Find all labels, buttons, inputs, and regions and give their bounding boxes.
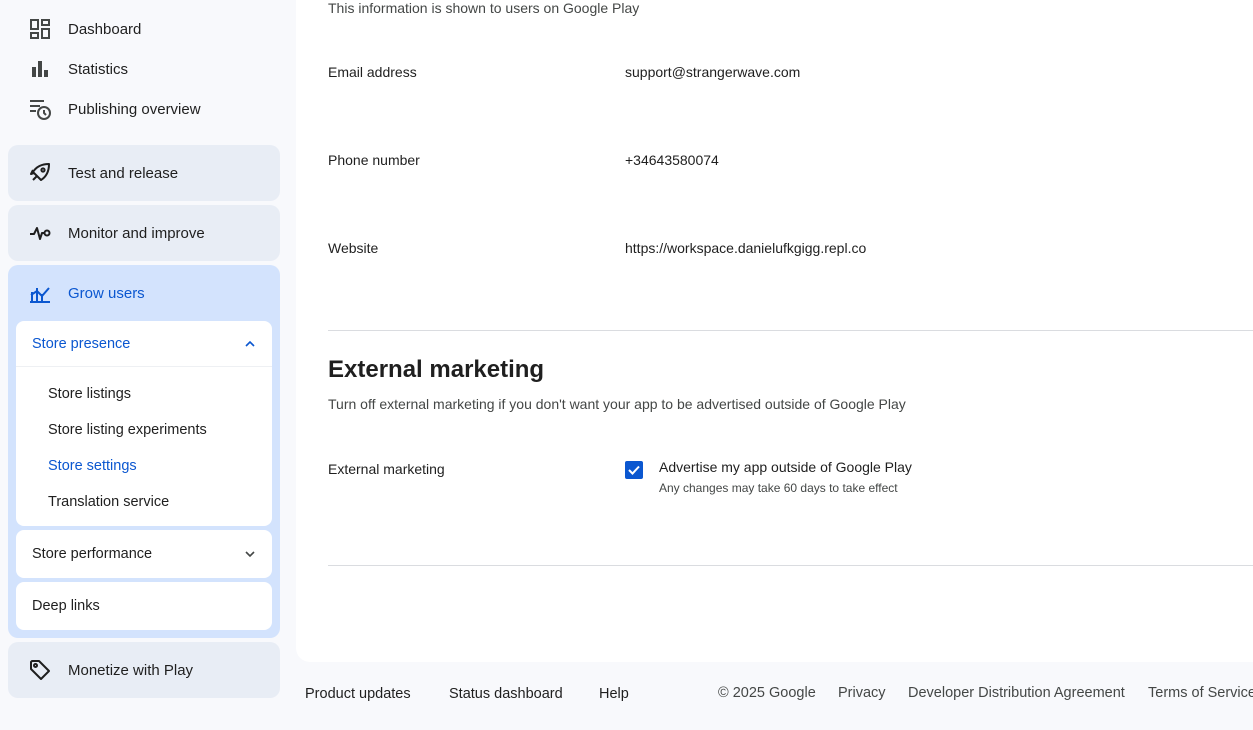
chevron-up-icon bbox=[244, 336, 256, 352]
grow-users-header[interactable]: Grow users bbox=[28, 279, 145, 307]
store-performance-label: Store performance bbox=[32, 546, 153, 562]
sidebar-section-test-and-release[interactable]: Test and release bbox=[8, 145, 280, 201]
email-label: Email address bbox=[328, 64, 417, 80]
sidebar-item-label: Statistics bbox=[68, 60, 129, 78]
advertise-hint: Any changes may take 60 days to take eff… bbox=[659, 481, 898, 495]
external-marketing-title: External marketing bbox=[328, 356, 545, 383]
section-label: Monitor and improve bbox=[68, 224, 205, 242]
nav-store-listing-experiments[interactable]: Store listing experiments bbox=[16, 412, 272, 448]
store-presence-group: Store presence Store listings Store list… bbox=[16, 321, 272, 526]
footer-link-status-dashboard[interactable]: Status dashboard bbox=[449, 686, 563, 702]
website-label: Website bbox=[328, 240, 379, 256]
footer-link-distribution-agreement[interactable]: Developer Distribution Agreement bbox=[908, 685, 1125, 701]
dashboard-icon bbox=[28, 17, 52, 41]
footer-link-help[interactable]: Help bbox=[599, 686, 629, 702]
footer-link-product-updates[interactable]: Product updates bbox=[305, 686, 411, 702]
sidebar-section-monitor-and-improve[interactable]: Monitor and improve bbox=[8, 205, 280, 261]
deep-links-label: Deep links bbox=[32, 598, 100, 614]
nav-label: Store listing experiments bbox=[48, 422, 207, 438]
footer-copyright: © 2025 Google bbox=[718, 685, 816, 701]
email-value[interactable]: support@strangerwave.com bbox=[625, 64, 800, 80]
external-marketing-description: Turn off external marketing if you don't… bbox=[328, 396, 906, 412]
sidebar-item-label: Dashboard bbox=[68, 20, 142, 38]
section-label: Monetize with Play bbox=[68, 661, 194, 679]
store-performance-group[interactable]: Store performance bbox=[16, 530, 272, 578]
phone-label: Phone number bbox=[328, 152, 420, 168]
advertise-checkbox-label[interactable]: Advertise my app outside of Google Play bbox=[659, 459, 912, 475]
external-marketing-label: External marketing bbox=[328, 461, 445, 477]
sidebar: Dashboard Statistics Publishing overview… bbox=[0, 0, 296, 730]
pulse-icon bbox=[28, 221, 52, 245]
section-label: Grow users bbox=[68, 284, 145, 302]
deep-links-item[interactable]: Deep links bbox=[16, 582, 272, 630]
tag-icon bbox=[28, 658, 52, 682]
section-divider bbox=[328, 565, 1253, 566]
sidebar-section-monetize-with-play[interactable]: Monetize with Play bbox=[8, 642, 280, 698]
footer-link-privacy[interactable]: Privacy bbox=[838, 685, 886, 701]
nav-translation-service[interactable]: Translation service bbox=[16, 484, 272, 520]
sidebar-item-label: Publishing overview bbox=[68, 100, 201, 118]
growth-chart-icon bbox=[28, 281, 52, 305]
section-label: Test and release bbox=[68, 164, 179, 182]
chevron-down-icon bbox=[244, 546, 256, 562]
rocket-icon bbox=[28, 161, 52, 185]
section-divider bbox=[328, 330, 1253, 331]
phone-value[interactable]: +34643580074 bbox=[625, 152, 719, 168]
website-value[interactable]: https://workspace.danielufkgigg.repl.co bbox=[625, 240, 866, 256]
nav-store-settings[interactable]: Store settings bbox=[16, 448, 272, 484]
store-performance-header[interactable]: Store performance bbox=[16, 530, 272, 578]
contact-intro-text: This information is shown to users on Go… bbox=[328, 0, 640, 16]
sidebar-item-statistics[interactable]: Statistics bbox=[28, 49, 128, 89]
store-presence-label: Store presence bbox=[32, 335, 131, 352]
store-presence-header[interactable]: Store presence bbox=[16, 321, 272, 367]
nav-label: Store settings bbox=[48, 458, 137, 474]
main-content: This information is shown to users on Go… bbox=[296, 0, 1253, 662]
footer-link-terms[interactable]: Terms of Service bbox=[1148, 685, 1253, 701]
advertise-checkbox[interactable] bbox=[625, 461, 643, 479]
publishing-clock-icon bbox=[28, 97, 52, 121]
checkmark-icon bbox=[628, 465, 640, 475]
sidebar-item-dashboard[interactable]: Dashboard bbox=[28, 9, 141, 49]
sidebar-item-publishing-overview[interactable]: Publishing overview bbox=[28, 89, 201, 129]
nav-label: Store listings bbox=[48, 386, 132, 402]
nav-store-listings[interactable]: Store listings bbox=[16, 376, 272, 412]
nav-label: Translation service bbox=[48, 494, 170, 510]
bar-chart-icon bbox=[28, 57, 52, 81]
sidebar-section-grow-users: Grow users Store presence Store listings… bbox=[8, 265, 280, 638]
